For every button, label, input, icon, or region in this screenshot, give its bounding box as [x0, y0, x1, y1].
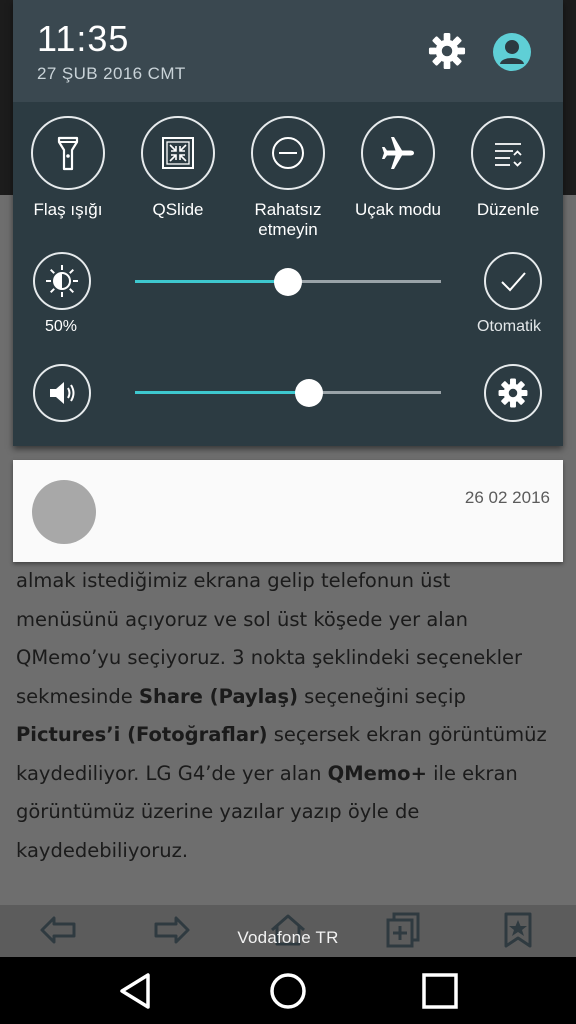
tile-airplane-mode[interactable]: Uçak modu: [348, 116, 448, 220]
bold-text: Share (Paylaş): [138, 684, 298, 708]
article-line: QMemo’yu seçiyoruz. 3 nokta şeklindeki s…: [16, 646, 523, 669]
text-span: seçeneğini seçip: [297, 684, 466, 708]
quick-settings-panel: 11:35 27 ŞUB 2016 CMT Flaş ışığı QSlide …: [13, 0, 563, 446]
home-icon[interactable]: [263, 966, 313, 1016]
speaker-icon: [50, 382, 75, 404]
bold-text: QMemo+: [327, 761, 427, 785]
back-icon[interactable]: [110, 966, 160, 1016]
carrier-label: Vodafone TR: [237, 928, 339, 947]
brightness-thumb[interactable]: [274, 268, 302, 296]
checkmark-icon: [501, 272, 526, 292]
flashlight-icon: [57, 136, 79, 171]
volume-fill: [135, 391, 310, 394]
brightness-button[interactable]: [33, 252, 91, 310]
qslide-icon: [162, 137, 194, 169]
auto-brightness-button[interactable]: [484, 252, 542, 310]
article-text: almak istediğimiz ekrana gelip telefonun…: [16, 562, 562, 870]
sound-settings-button[interactable]: [484, 364, 542, 422]
gear-icon: [498, 378, 528, 408]
notification-card[interactable]: 26 02 2016: [13, 460, 563, 562]
tile-label: QSlide: [152, 200, 204, 219]
brightness-slider[interactable]: [135, 268, 441, 296]
volume-button[interactable]: [33, 364, 91, 422]
airplane-icon: [382, 137, 414, 169]
volume-slider[interactable]: [135, 379, 441, 407]
tile-circle: [361, 116, 435, 190]
article-line: sekmesinde Share (Paylaş) seçeneğini seç…: [16, 678, 562, 717]
tile-label: Uçak modu: [355, 200, 441, 219]
person-icon: [500, 40, 524, 64]
brightness-icon: [46, 265, 78, 297]
tile-circle: [31, 116, 105, 190]
article-line: Pictures’i (Fotoğraflar) seçersek ekran …: [16, 716, 562, 755]
tile-circle: [471, 116, 545, 190]
tile-label: Rahatsız etmeyin: [254, 200, 322, 239]
tile-label: Düzenle: [476, 200, 540, 219]
notification-avatar: [32, 480, 96, 544]
article-line: görüntümüz üzerine yazılar yazıp öyle de: [16, 800, 420, 823]
user-avatar[interactable]: [493, 33, 531, 71]
volume-thumb[interactable]: [295, 379, 324, 407]
recents-icon[interactable]: [415, 966, 465, 1016]
brightness-percent: 50%: [45, 318, 78, 335]
notification-date: 26 02 2016: [464, 488, 550, 507]
tile-do-not-disturb[interactable]: Rahatsız etmeyin: [238, 116, 338, 240]
tile-edit[interactable]: Düzenle: [458, 116, 558, 220]
tile-circle: [251, 116, 325, 190]
tile-label: Flaş ışığı: [33, 200, 103, 219]
tile-flashlight[interactable]: Flaş ışığı: [18, 116, 118, 220]
text-span: sekmesinde: [16, 684, 139, 708]
date: 27 ŞUB 2016 CMT: [37, 64, 186, 83]
gear-icon[interactable]: [428, 32, 466, 70]
article-line: almak istediğimiz ekrana gelip telefonun…: [16, 569, 451, 592]
bold-text: Pictures’i (Fotoğraflar): [16, 723, 268, 746]
clock: 11:35: [37, 18, 130, 59]
do-not-disturb-icon: [272, 137, 304, 169]
text-span: ile ekran: [426, 761, 518, 785]
brightness-fill: [135, 280, 288, 283]
auto-brightness-label: Otomatik: [477, 318, 542, 335]
article-line: menüsünü açıyoruz ve sol üst köşede yer …: [16, 607, 469, 631]
article-line: kaydedebiliyoruz.: [16, 838, 189, 862]
shade-header: 11:35 27 ŞUB 2016 CMT: [13, 0, 563, 102]
edit-tiles-icon: [495, 143, 522, 167]
tile-qslide[interactable]: QSlide: [128, 116, 228, 220]
tile-circle: [141, 116, 215, 190]
article-line: kaydediliyor. LG G4’de yer alan QMemo+ i…: [16, 755, 562, 794]
text-span: kaydediliyor. LG G4’de yer alan: [16, 761, 328, 785]
text-span: seçersek ekran görüntümüz: [267, 723, 547, 746]
